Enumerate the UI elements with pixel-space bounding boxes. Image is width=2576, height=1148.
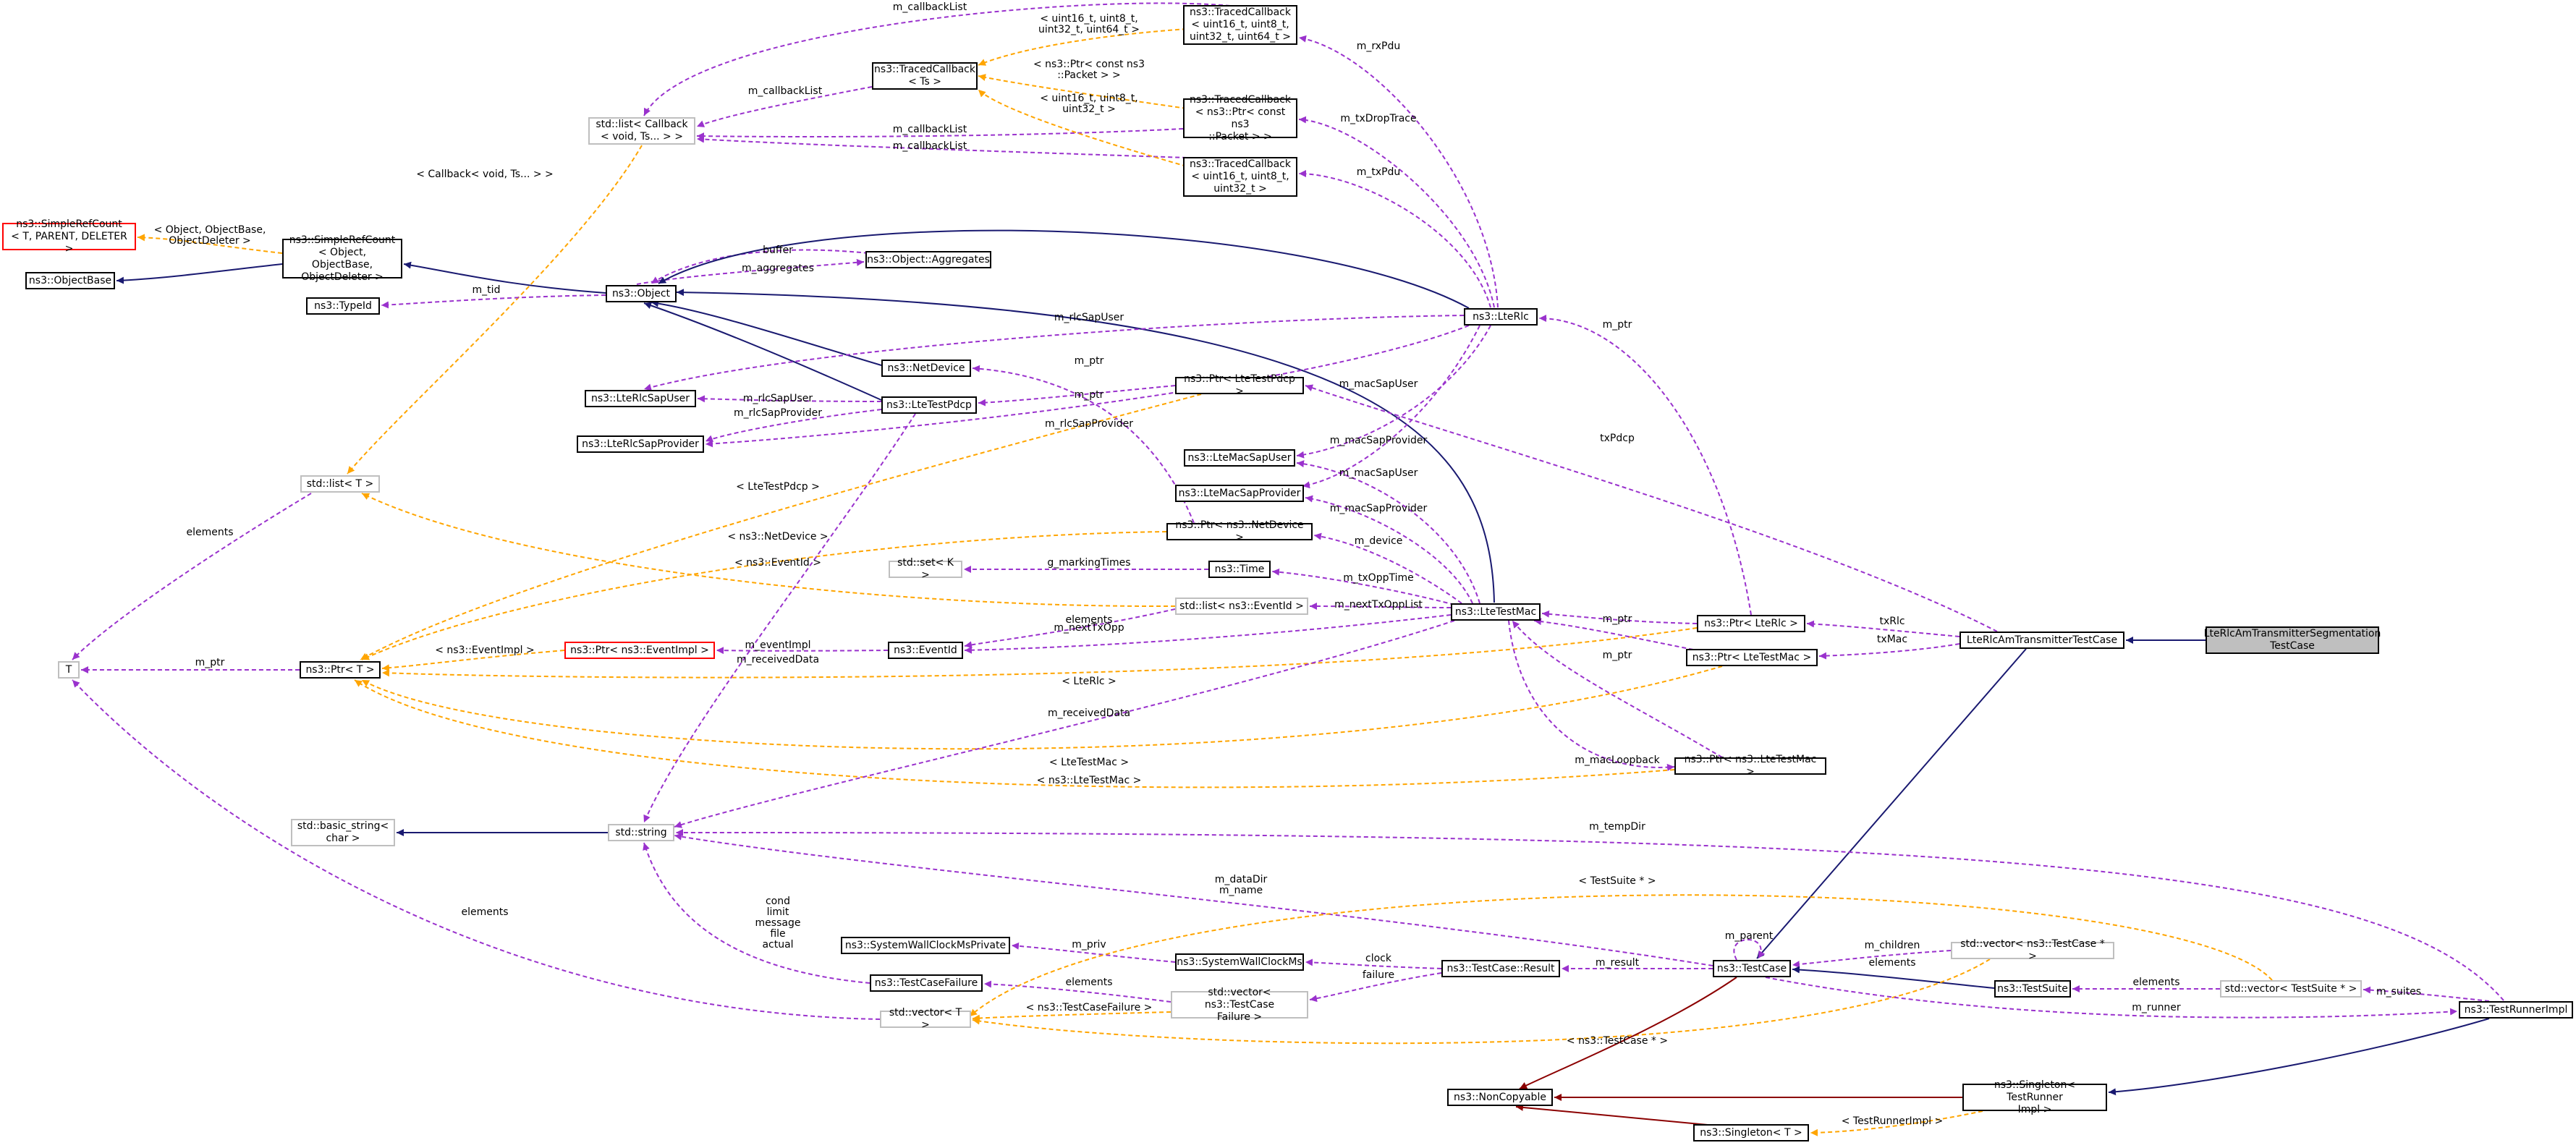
node-lte-mac-sap-user[interactable]: ns3::LteMacSapUser	[1184, 449, 1295, 467]
node-singleton-runner[interactable]: ns3::Singleton< TestRunner Impl >	[1962, 1079, 2107, 1115]
node-test-case-failure[interactable]: ns3::TestCaseFailure	[870, 974, 983, 992]
node-test-runner-impl[interactable]: ns3::TestRunnerImpl	[2459, 1001, 2573, 1019]
node-std-set-k[interactable]: std::set< K >	[889, 557, 962, 581]
node-lte-test-mac[interactable]: ns3::LteTestMac	[1451, 603, 1541, 621]
node-traced-callback-txpdu[interactable]: ns3::TracedCallback < uint16_t, uint8_t,…	[1183, 157, 1297, 197]
node-test-case-result[interactable]: ns3::TestCase::Result	[1441, 960, 1560, 977]
node-object-aggregates[interactable]: ns3::Object::Aggregates	[865, 251, 991, 268]
node-net-device[interactable]: ns3::NetDevice	[881, 360, 971, 377]
node-system-wall-clock-ms-private[interactable]: ns3::SystemWallClockMsPrivate	[841, 937, 1010, 954]
node-test-case[interactable]: ns3::TestCase	[1713, 960, 1791, 977]
node-traced-callback-ts[interactable]: ns3::TracedCallback < Ts >	[872, 62, 978, 90]
node-ptr-lte-test-mac[interactable]: ns3::Ptr< LteTestMac >	[1686, 649, 1818, 666]
node-ptr-lte-rlc[interactable]: ns3::Ptr< LteRlc >	[1697, 615, 1805, 632]
node-ptr-ns3-lte-test-mac[interactable]: ns3::Ptr< ns3::LteTestMac >	[1674, 754, 1826, 778]
node-lte-rlc-sap-user[interactable]: ns3::LteRlcSapUser	[585, 390, 696, 407]
node-non-copyable[interactable]: ns3::NonCopyable	[1447, 1089, 1553, 1106]
node-std-list-t[interactable]: std::list< T >	[300, 475, 380, 493]
node-std-vector-testcase[interactable]: std::vector< ns3::TestCase * >	[1951, 938, 2114, 962]
node-time[interactable]: ns3::Time	[1208, 561, 1271, 578]
node-simple-ref-count-object[interactable]: ns3::SimpleRefCount < Object, ObjectBase…	[282, 234, 402, 283]
node-lte-rlc-am-transmitter-segmentation-testcase: LteRlcAmTransmitterSegmentation TestCase	[2204, 626, 2381, 654]
node-std-list-eventid[interactable]: std::list< ns3::EventId >	[1175, 598, 1308, 615]
node-lte-rlc[interactable]: ns3::LteRlc	[1464, 308, 1538, 326]
node-std-vector-t[interactable]: std::vector< T >	[880, 1007, 971, 1031]
node-std-vector-testsuite[interactable]: std::vector< TestSuite * >	[2220, 980, 2362, 998]
node-lte-test-pdcp[interactable]: ns3::LteTestPdcp	[881, 396, 977, 414]
node-object[interactable]: ns3::Object	[606, 285, 677, 302]
node-traced-callback-rxpdu[interactable]: ns3::TracedCallback < uint16_t, uint8_t,…	[1183, 5, 1297, 45]
node-singleton-t[interactable]: ns3::Singleton< T >	[1693, 1124, 1809, 1141]
node-lte-rlc-am-transmitter-testcase[interactable]: LteRlcAmTransmitterTestCase	[1959, 632, 2124, 649]
node-lte-mac-sap-provider[interactable]: ns3::LteMacSapProvider	[1175, 485, 1304, 502]
node-ptr-t[interactable]: ns3::Ptr< T >	[300, 661, 381, 679]
node-traced-callback-packet[interactable]: ns3::TracedCallback < ns3::Ptr< const ns…	[1183, 94, 1297, 143]
node-lte-rlc-sap-provider[interactable]: ns3::LteRlcSapProvider	[577, 435, 704, 453]
node-ptr-event-impl[interactable]: ns3::Ptr< ns3::EventImpl >	[564, 642, 715, 659]
node-object-base[interactable]: ns3::ObjectBase	[25, 272, 115, 289]
node-test-suite[interactable]: ns3::TestSuite	[1994, 980, 2071, 998]
node-std-vector-failure[interactable]: std::vector< ns3::TestCase Failure >	[1171, 987, 1308, 1023]
node-event-id[interactable]: ns3::EventId	[888, 642, 963, 659]
node-t[interactable]: T	[58, 661, 80, 679]
node-basic-string[interactable]: std::basic_string< char >	[291, 819, 395, 846]
node-ptr-lte-test-pdcp[interactable]: ns3::Ptr< LteTestPdcp >	[1175, 373, 1304, 397]
node-std-list-callback[interactable]: std::list< Callback < void, Ts... > >	[588, 117, 695, 145]
collaboration-diagram: m_callbackList m_rxPdu < uint16_t, uint8_t…	[0, 0, 2576, 1148]
node-system-wall-clock-ms[interactable]: ns3::SystemWallClockMs	[1175, 953, 1304, 971]
node-ptr-net-device[interactable]: ns3::Ptr< ns3::NetDevice >	[1166, 519, 1313, 543]
node-std-string[interactable]: std::string	[608, 824, 674, 841]
node-simple-ref-count-t[interactable]: ns3::SimpleRefCount < T, PARENT, DELETER…	[2, 218, 136, 255]
node-type-id[interactable]: ns3::TypeId	[306, 297, 380, 315]
